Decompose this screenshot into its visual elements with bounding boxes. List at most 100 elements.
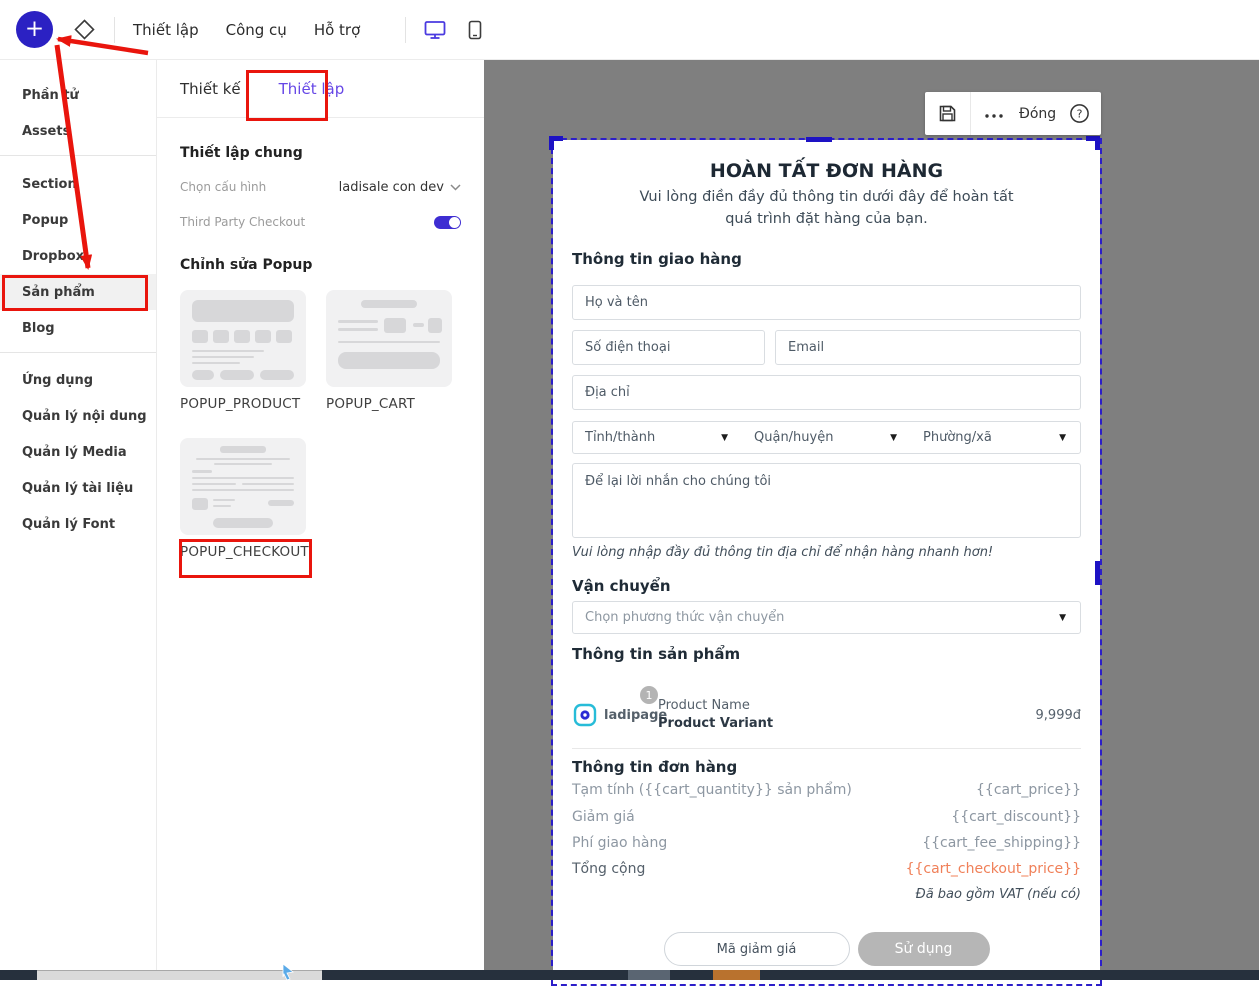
phone-field[interactable]: Số điện thoại (572, 330, 765, 365)
taskbar-segment[interactable] (713, 970, 760, 980)
thumb-shape (338, 352, 440, 369)
sidebar-item-quan-ly-noi-dung[interactable]: Quản lý nội dung (0, 398, 156, 434)
sidebar-item-popup[interactable]: Popup (0, 202, 156, 238)
ward-placeholder: Phường/xã (923, 430, 992, 445)
thumb-shape (268, 500, 294, 506)
chevron-down-icon (450, 184, 461, 191)
caret-down-icon: ▼ (1059, 433, 1066, 443)
order-row-label: Phí giao hàng (572, 835, 667, 851)
toolbar-divider (114, 17, 115, 43)
toggle-knob (449, 217, 460, 228)
coupon-code-input[interactable]: Mã giảm giá (664, 932, 850, 966)
product-price: 9,999đ (1036, 708, 1081, 723)
top-toolbar: + Thiết lập Công cụ Hỗ trợ (0, 0, 1259, 60)
popup-product-thumbnail[interactable] (180, 290, 306, 387)
popup-title: HOÀN TẤT ĐƠN HÀNG (553, 160, 1100, 182)
shipping-method-select[interactable]: Chọn phương thức vận chuyển▼ (572, 601, 1081, 634)
region-select-row: Tỉnh/thành ▼ Quận/huyện▼ Phường/xã ▼ (572, 421, 1081, 454)
product-variant: Product Variant (658, 716, 773, 731)
popup-subtitle-line1: Vui lòng điền đầy đủ thông tin dưới đây … (553, 189, 1100, 205)
layers-icon[interactable] (73, 18, 96, 41)
thumb-shape (192, 370, 214, 380)
province-placeholder: Tỉnh/thành (585, 430, 655, 445)
name-field[interactable]: Họ và tên (572, 285, 1081, 320)
shipping-info-heading: Thông tin giao hàng (572, 250, 742, 268)
taskbar-window[interactable] (37, 970, 322, 980)
address-note: Vui lòng nhập đầy đủ thông tin địa chỉ đ… (572, 545, 1081, 560)
thumb-shape (220, 370, 254, 380)
tab-thiet-ke[interactable]: Thiết kế (180, 80, 241, 98)
coupon-row: Mã giảm giá Sử dụng (553, 932, 1100, 966)
caret-down-icon: ▼ (721, 433, 728, 443)
popup-product-label: POPUP_PRODUCT (180, 396, 306, 412)
thumb-shape (192, 362, 240, 364)
phone-placeholder: Số điện thoại (585, 340, 670, 355)
popup-cart-label: POPUP_CART (326, 396, 452, 412)
message-textarea[interactable]: Để lại lời nhắn cho chúng tôi (572, 463, 1081, 538)
close-button[interactable]: Đóng (1019, 106, 1056, 122)
order-total-label: Tổng cộng (572, 861, 645, 877)
thumb-shape (192, 470, 212, 473)
taskbar-sliver (0, 970, 1259, 980)
menu-ho-tro[interactable]: Hỗ trợ (314, 21, 360, 39)
sidebar-item-san-pham[interactable]: Sản phẩm (0, 274, 156, 310)
checkout-popup[interactable]: HOÀN TẤT ĐƠN HÀNG Vui lòng điền đầy đủ t… (553, 140, 1100, 972)
left-sidebar: Phần tử Assets Section Popup Dropbox Sản… (0, 60, 157, 970)
popup-cart-thumbnail[interactable] (326, 290, 452, 387)
thumb-shape (192, 356, 254, 358)
province-select[interactable]: Tỉnh/thành ▼ (573, 430, 742, 445)
canvas-toolbar: Đóng ? (925, 92, 1101, 135)
toolbar-divider (405, 17, 406, 43)
caret-down-icon: ▼ (1059, 613, 1066, 623)
address-placeholder: Địa chỉ (585, 385, 630, 400)
sidebar-item-ung-dung[interactable]: Ứng dụng (0, 362, 156, 398)
thumb-shape (242, 483, 294, 485)
config-select[interactable]: ladisale con dev (339, 180, 461, 195)
vat-note: Đã bao gồm VAT (nếu có) (916, 887, 1081, 902)
thumb-shape (384, 318, 406, 333)
email-field[interactable]: Email (775, 330, 1081, 365)
caret-down-icon: ▼ (890, 433, 897, 443)
order-row-value: {{cart_discount}} (951, 809, 1081, 825)
third-party-checkout-toggle[interactable] (434, 216, 461, 229)
sidebar-item-blog[interactable]: Blog (0, 310, 156, 346)
taskbar-segment[interactable] (628, 970, 670, 980)
add-element-button[interactable]: + (16, 11, 53, 48)
popup-product-cell: POPUP_PRODUCT (180, 290, 306, 412)
brand-logo: ladipage (572, 702, 667, 728)
sidebar-item-quan-ly-font[interactable]: Quản lý Font (0, 506, 156, 542)
email-placeholder: Email (788, 340, 824, 355)
sidebar-item-quan-ly-tai-lieu[interactable]: Quản lý tài liệu (0, 470, 156, 506)
desktop-view-icon[interactable] (424, 20, 446, 40)
mobile-view-icon[interactable] (468, 20, 482, 40)
tab-thiet-lap[interactable]: Thiết lập (279, 80, 345, 98)
order-row-value: {{cart_price}} (976, 782, 1081, 798)
menu-thiet-lap[interactable]: Thiết lập (133, 21, 199, 39)
apply-coupon-button[interactable]: Sử dụng (858, 932, 990, 966)
more-options-icon[interactable] (984, 104, 1004, 124)
order-row-label: Giảm giá (572, 809, 635, 825)
order-total-value: {{cart_checkout_price}} (906, 861, 1081, 877)
sidebar-item-section[interactable]: Section (0, 166, 156, 202)
popup-checkout-thumbnail[interactable] (180, 438, 306, 535)
address-field[interactable]: Địa chỉ (572, 375, 1081, 410)
popup-subtitle-line2: quá trình đặt hàng của bạn. (553, 211, 1100, 227)
product-name: Product Name (658, 698, 750, 713)
sidebar-item-quan-ly-media[interactable]: Quản lý Media (0, 434, 156, 470)
help-icon[interactable]: ? (1069, 103, 1090, 124)
thumb-shape (213, 518, 273, 528)
popup-checkout-label: POPUP_CHECKOUT (180, 544, 306, 560)
district-select[interactable]: Quận/huyện▼ (742, 430, 911, 445)
thumb-shape (361, 300, 417, 308)
thumb-shape (338, 341, 440, 343)
menu-cong-cu[interactable]: Công cụ (226, 21, 287, 39)
thumb-shape (213, 330, 229, 343)
sidebar-item-phan-tu[interactable]: Phần tử (0, 77, 156, 113)
sidebar-item-assets[interactable]: Assets (0, 113, 156, 149)
quantity-badge: 1 (640, 686, 658, 704)
popup-cart-cell: POPUP_CART (326, 290, 452, 412)
order-row-label: Tạm tính ({{cart_quantity}} sản phẩm) (572, 782, 852, 798)
sidebar-item-dropbox[interactable]: Dropbox (0, 238, 156, 274)
ward-select[interactable]: Phường/xã ▼ (911, 430, 1080, 445)
save-button[interactable] (925, 92, 971, 135)
